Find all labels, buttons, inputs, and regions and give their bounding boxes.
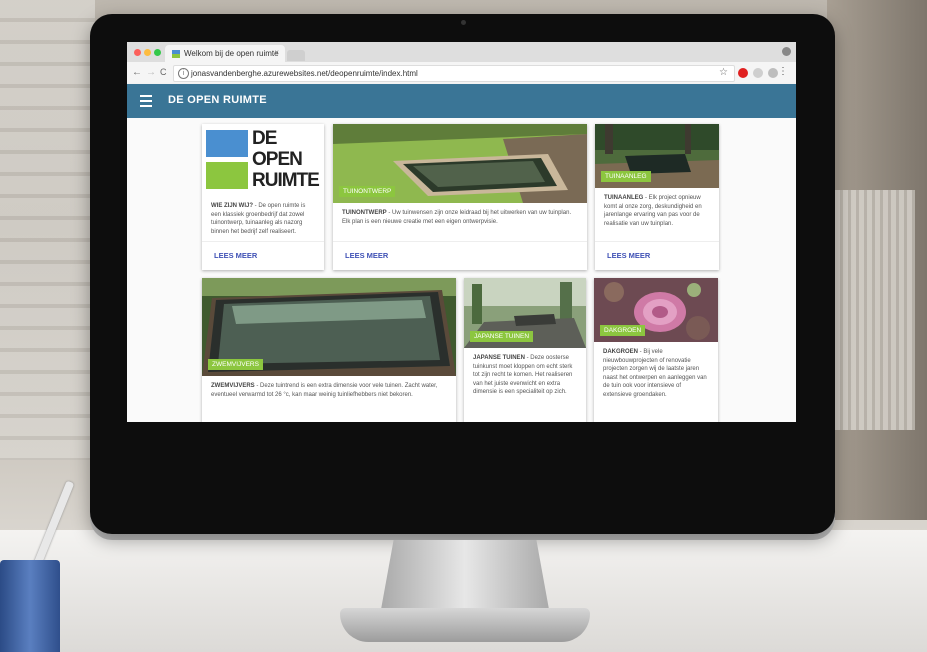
radiator xyxy=(835,190,915,430)
camera-icon xyxy=(461,20,466,25)
extension-icon[interactable] xyxy=(753,68,763,78)
url-text: jonasvandenberghe.azurewebsites.net/deop… xyxy=(191,69,418,78)
browser-tab[interactable]: Welkom bij de open ruimte × xyxy=(165,45,285,62)
new-tab-button[interactable] xyxy=(287,50,305,61)
logo-word-1: DE xyxy=(252,128,277,149)
category-chip: ZWEMVIJVERS xyxy=(208,359,263,370)
minimize-window-icon[interactable] xyxy=(144,49,151,56)
category-chip: DAKGROEN xyxy=(600,325,646,336)
tab-title: Welkom bij de open ruimte xyxy=(184,49,279,58)
card-actions: LEES MEER xyxy=(202,241,324,270)
monitor-foot xyxy=(340,608,590,642)
card-zwemvijvers: ZWEMVIJVERS ZWEMVIJVERS - Deze tuintrend… xyxy=(202,278,456,422)
card-text: TUINONTWERP - Uw tuinwensen zijn onze le… xyxy=(342,210,572,225)
browser-menu-icon[interactable]: ⋮ xyxy=(778,66,788,77)
info-icon[interactable]: i xyxy=(178,68,189,79)
card-actions: LEES MEER xyxy=(333,241,587,270)
browser-toolbar: ← → C i jonasvandenberghe.azurewebsites.… xyxy=(127,62,796,85)
card-japanse-tuinen: JAPANSE TUINEN JAPANSE TUINEN - Deze oos… xyxy=(464,278,586,422)
card-text: JAPANSE TUINEN - Deze oosterse tuinkunst… xyxy=(473,355,573,396)
monitor-stand xyxy=(380,540,550,615)
card-text: TUINAANLEG - Elk project opnieuw komt al… xyxy=(604,195,702,227)
lees-meer-link[interactable]: LEES MEER xyxy=(607,251,650,260)
logo-blue-block xyxy=(206,130,248,157)
browser-tabbar: Welkom bij de open ruimte × xyxy=(127,42,796,62)
card-text: DAKGROEN - Bij vele nieuwbouwprojecten o… xyxy=(603,349,707,398)
card-tuinontwerp: TUINONTWERP TUINONTWERP - Uw tuinwensen … xyxy=(333,124,587,270)
logo-word-3: RUIMTE xyxy=(252,170,320,191)
page-title: DE OPEN RUIMTE xyxy=(168,94,267,106)
tuinaanleg-image: TUINAANLEG xyxy=(595,124,719,188)
logo-word-2: OPEN xyxy=(252,149,303,170)
address-bar[interactable]: i jonasvandenberghe.azurewebsites.net/de… xyxy=(173,65,735,82)
logo-green-block xyxy=(206,162,248,189)
japanse-tuinen-image: JAPANSE TUINEN xyxy=(464,278,586,348)
dakgroen-image: DAKGROEN xyxy=(594,278,718,342)
card-tuinaanleg: TUINAANLEG TUINAANLEG - Elk project opni… xyxy=(595,124,719,270)
tab-close-icon[interactable]: × xyxy=(274,48,279,57)
user-profile-icon[interactable] xyxy=(782,47,791,56)
category-chip: JAPANSE TUINEN xyxy=(470,331,534,342)
forward-arrow-icon[interactable]: → xyxy=(146,67,156,78)
extension-icon-2[interactable] xyxy=(768,68,778,78)
pen-cup xyxy=(0,560,60,652)
screen: Welkom bij de open ruimte × ← → C i jona… xyxy=(127,42,796,422)
hamburger-menu-icon[interactable] xyxy=(140,95,152,110)
favicon-icon xyxy=(172,50,180,58)
back-arrow-icon[interactable]: ← xyxy=(132,67,142,78)
bookmark-star-icon[interactable]: ☆ xyxy=(719,67,728,78)
main-content: DE OPEN RUIMTE WIE ZIJN WIJ? - De open r… xyxy=(127,118,796,422)
category-chip: TUINONTWERP xyxy=(339,186,396,197)
card-dakgroen: DAKGROEN DAKGROEN - Bij vele nieuwbouwpr… xyxy=(594,278,718,422)
card-text: WIE ZIJN WIJ? - De open ruimte is een kl… xyxy=(211,203,306,235)
tuinontwerp-image: TUINONTWERP xyxy=(333,124,587,203)
maximize-window-icon[interactable] xyxy=(154,49,161,56)
card-actions: LEES MEER xyxy=(595,241,719,270)
category-chip: TUINAANLEG xyxy=(601,171,651,182)
reload-icon[interactable]: C xyxy=(160,67,167,77)
card-wie-zijn-wij: DE OPEN RUIMTE WIE ZIJN WIJ? - De open r… xyxy=(202,124,324,270)
card-text: ZWEMVIJVERS - Deze tuintrend is een extr… xyxy=(211,383,438,398)
app-header: DE OPEN RUIMTE xyxy=(127,84,796,118)
lees-meer-link[interactable]: LEES MEER xyxy=(214,251,257,260)
zwemvijvers-image: ZWEMVIJVERS xyxy=(202,278,456,376)
pinterest-extension-icon[interactable] xyxy=(738,68,748,78)
logo: DE OPEN RUIMTE xyxy=(202,124,324,196)
lees-meer-link[interactable]: LEES MEER xyxy=(345,251,388,260)
background-wall xyxy=(0,0,95,460)
close-window-icon[interactable] xyxy=(134,49,141,56)
